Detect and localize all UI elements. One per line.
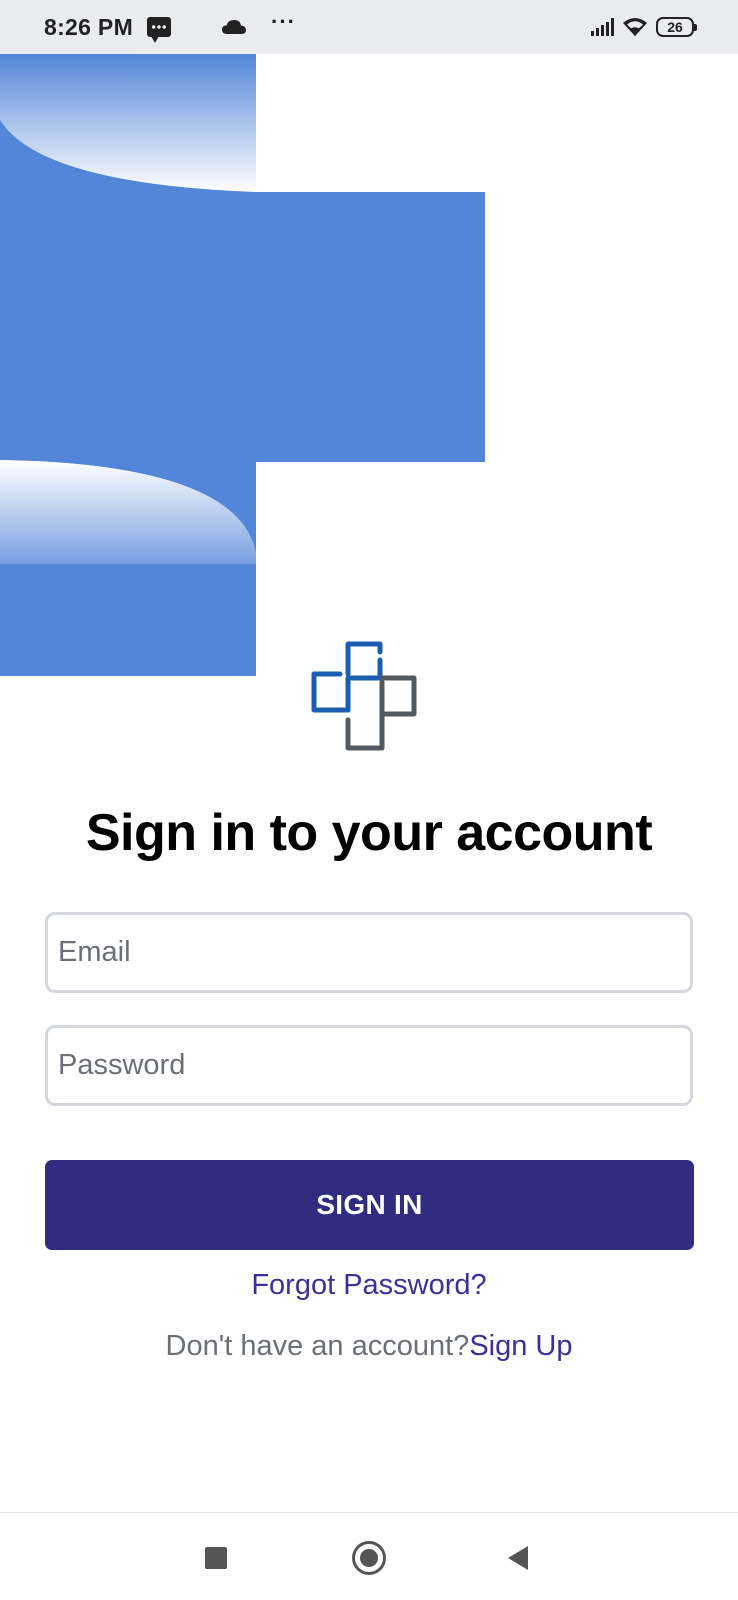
recent-apps-icon[interactable] xyxy=(205,1547,227,1569)
password-field[interactable] xyxy=(45,1025,693,1106)
sign-up-link[interactable]: Sign Up xyxy=(469,1330,572,1362)
sign-in-screen: 8:26 PM ··· 26 Sign in to your account E… xyxy=(0,0,738,1600)
password-input[interactable] xyxy=(58,1049,690,1082)
hero-graphic xyxy=(0,54,485,676)
navigation-bar xyxy=(0,1512,738,1600)
wifi-icon xyxy=(622,17,648,37)
email-field[interactable] xyxy=(45,912,693,993)
home-icon[interactable] xyxy=(352,1541,386,1575)
back-icon[interactable] xyxy=(508,1546,528,1570)
app-logo-icon xyxy=(311,641,417,751)
status-bar: 8:26 PM ··· 26 xyxy=(0,0,738,54)
status-time: 8:26 PM xyxy=(44,13,134,40)
no-account-text: Don't have an account? xyxy=(165,1330,470,1362)
message-icon xyxy=(147,17,172,43)
cloud-icon xyxy=(221,19,247,35)
forgot-password-link[interactable]: Forgot Password? xyxy=(0,1269,738,1302)
signup-row: Don't have an account?Sign Up xyxy=(0,1330,738,1363)
sign-in-button[interactable]: SIGN IN xyxy=(45,1160,694,1250)
more-icon: ··· xyxy=(271,9,297,34)
signal-icon xyxy=(591,18,614,36)
email-input[interactable] xyxy=(58,936,690,969)
page-title: Sign in to your account xyxy=(85,804,653,862)
battery-icon: 26 xyxy=(656,17,697,37)
